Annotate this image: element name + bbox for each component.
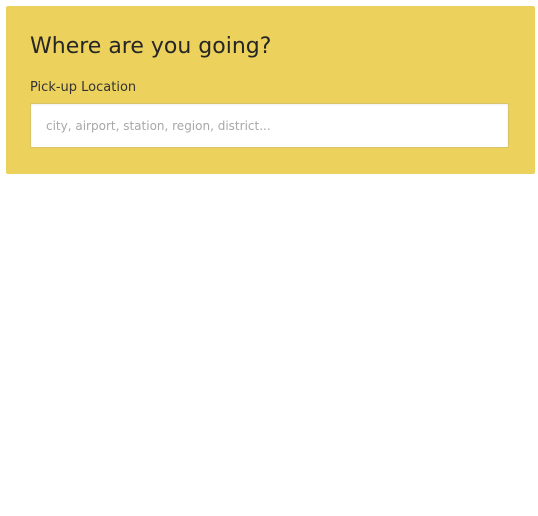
pickup-location-label: Pick-up Location bbox=[30, 80, 137, 95]
search-panel: Where are you going? Pick-up Location bbox=[6, 6, 535, 174]
page-title: Where are you going? bbox=[30, 34, 272, 59]
pickup-location-input[interactable] bbox=[30, 103, 509, 148]
